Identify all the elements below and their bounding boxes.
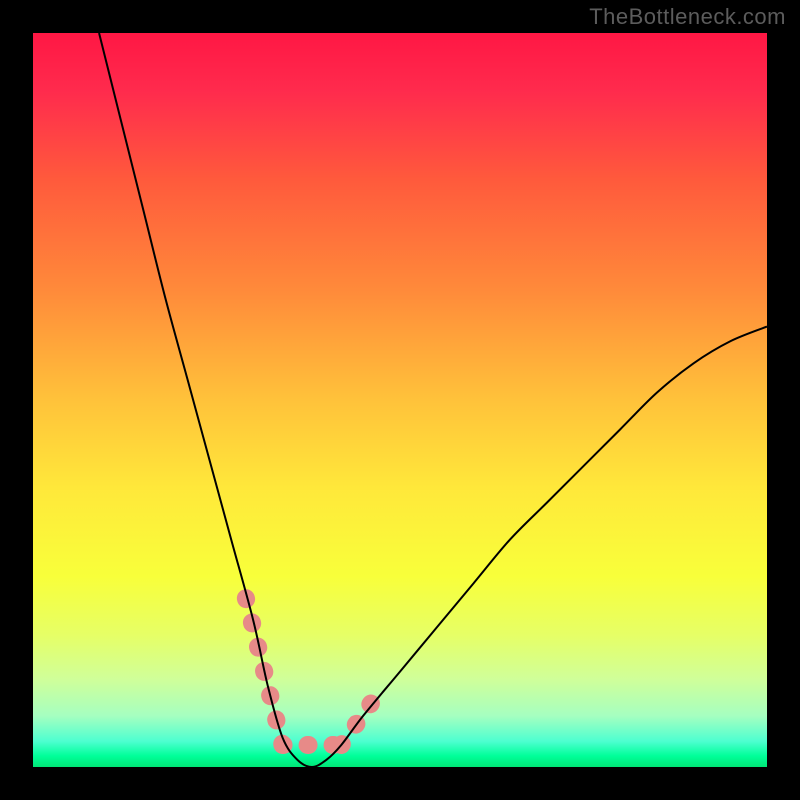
curve-layer [33,33,767,767]
watermark-text: TheBottleneck.com [589,4,786,30]
bottleneck-curve [99,33,767,767]
chart-frame: TheBottleneck.com [0,0,800,800]
plot-area [33,33,767,767]
